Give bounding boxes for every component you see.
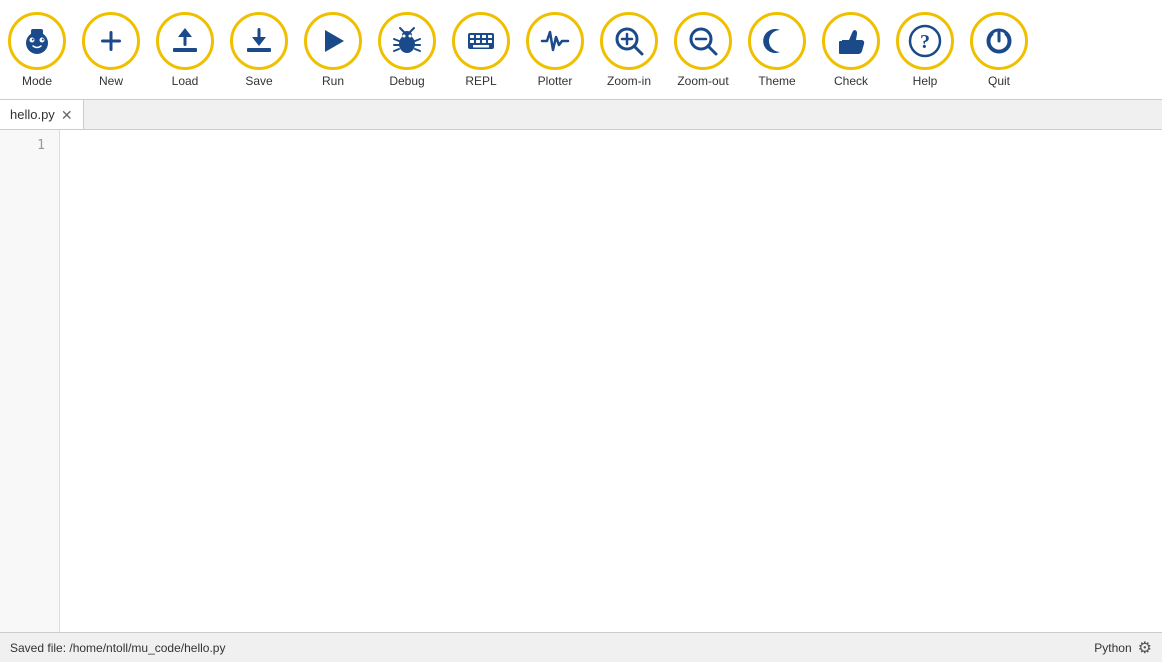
debug-label: Debug [389,74,424,88]
repl-icon [452,12,510,70]
save-button[interactable]: Save [222,8,296,92]
quit-icon [970,12,1028,70]
repl-button[interactable]: REPL [444,8,518,92]
theme-button[interactable]: Theme [740,8,814,92]
statusbar: Saved file: /home/ntoll/mu_code/hello.py… [0,632,1162,662]
repl-label: REPL [465,74,496,88]
statusbar-message: Saved file: /home/ntoll/mu_code/hello.py [10,641,225,655]
line-numbers: 1 [0,130,60,632]
toolbar: Mode New Load [0,0,1162,100]
mode-icon [8,12,66,70]
quit-label: Quit [988,74,1010,88]
zoomin-icon [600,12,658,70]
load-button[interactable]: Load [148,8,222,92]
run-icon [304,12,362,70]
check-label: Check [834,74,868,88]
plotter-label: Plotter [538,74,573,88]
mode-label: Mode [22,74,52,88]
editor-container: 1 [0,130,1162,632]
zoomout-label: Zoom-out [677,74,728,88]
new-icon [82,12,140,70]
debug-icon [378,12,436,70]
run-button[interactable]: Run [296,8,370,92]
theme-label: Theme [758,74,795,88]
tabbar: hello.py ✕ [0,100,1162,130]
statusbar-right: Python ⚙ [1094,638,1152,658]
help-icon: ? [896,12,954,70]
quit-button[interactable]: Quit [962,8,1036,92]
help-label: Help [913,74,938,88]
tab-filename: hello.py [10,107,55,122]
save-icon [230,12,288,70]
plotter-button[interactable]: Plotter [518,8,592,92]
zoomout-button[interactable]: Zoom-out [666,8,740,92]
theme-icon [748,12,806,70]
check-icon [822,12,880,70]
zoomin-label: Zoom-in [607,74,651,88]
new-button[interactable]: New [74,8,148,92]
load-label: Load [172,74,199,88]
language-label: Python [1094,641,1131,655]
svg-text:?: ? [920,31,930,53]
save-label: Save [245,74,272,88]
help-button[interactable]: ? Help [888,8,962,92]
check-button[interactable]: Check [814,8,888,92]
editor-area[interactable] [60,130,1162,632]
load-icon [156,12,214,70]
settings-icon[interactable]: ⚙ [1138,638,1152,658]
run-label: Run [322,74,344,88]
tab-close-button[interactable]: ✕ [61,108,73,122]
plotter-icon [526,12,584,70]
mode-button[interactable]: Mode [0,8,74,92]
zoomin-button[interactable]: Zoom-in [592,8,666,92]
zoomout-icon [674,12,732,70]
new-label: New [99,74,123,88]
line-number-1: 1 [0,136,51,157]
debug-button[interactable]: Debug [370,8,444,92]
file-tab[interactable]: hello.py ✕ [0,100,84,129]
